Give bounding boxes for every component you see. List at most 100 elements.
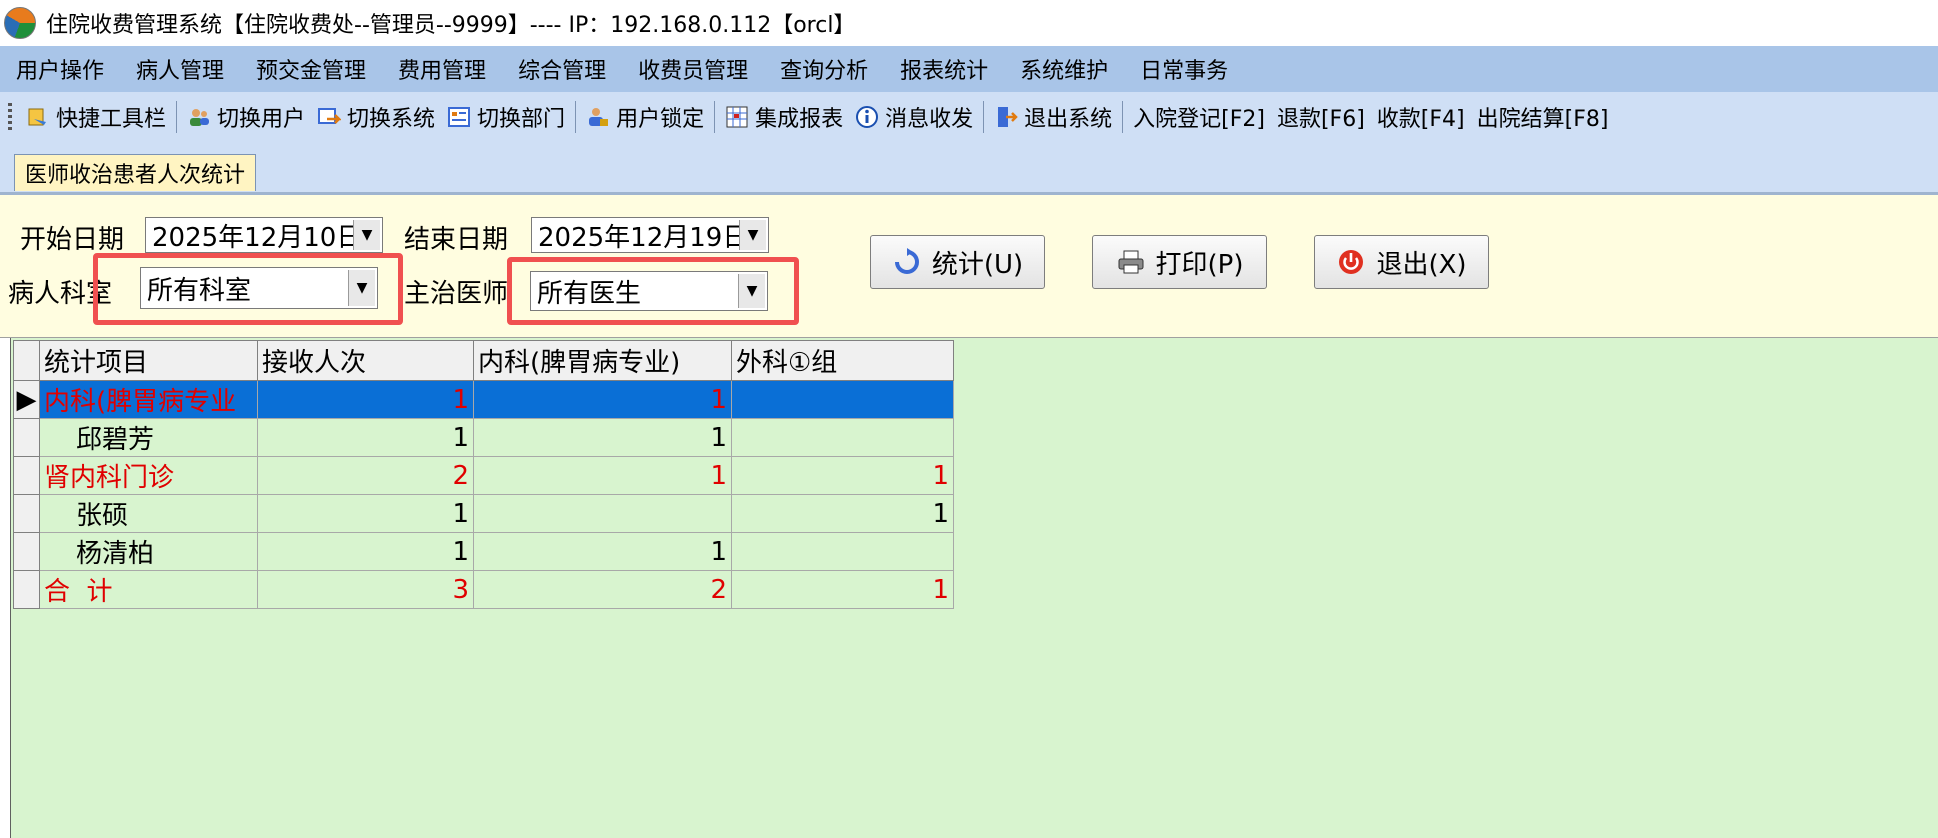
users-icon bbox=[187, 105, 211, 129]
table-cell[interactable]: 1 bbox=[257, 380, 474, 419]
exit-system-label: 退出系统 bbox=[1024, 107, 1113, 132]
toolbar-separator bbox=[575, 101, 577, 133]
integrated-report-label: 集成报表 bbox=[755, 107, 844, 132]
report-grid-icon bbox=[725, 105, 749, 129]
menu-system[interactable]: 系统维护 bbox=[1004, 53, 1124, 85]
row-indicator bbox=[13, 418, 40, 457]
menu-fees[interactable]: 费用管理 bbox=[382, 53, 502, 85]
switch-system-label: 切换系统 bbox=[347, 107, 436, 132]
table-row[interactable]: ▶ 内科(脾胃病专业 1 1 bbox=[13, 380, 954, 419]
department-icon bbox=[447, 105, 471, 129]
switch-system-button[interactable]: 切换系统 bbox=[311, 101, 441, 133]
row-indicator bbox=[13, 456, 40, 495]
menu-deposit[interactable]: 预交金管理 bbox=[240, 53, 382, 85]
menu-patient[interactable]: 病人管理 bbox=[120, 53, 240, 85]
menu-reports[interactable]: 报表统计 bbox=[884, 53, 1004, 85]
table-cell[interactable]: 1 bbox=[473, 380, 732, 419]
column-header[interactable]: 接收人次 bbox=[257, 340, 474, 381]
discharge-settle-button[interactable]: 出院结算[F8] bbox=[1471, 101, 1615, 133]
print-button[interactable]: 打印(P) bbox=[1092, 235, 1267, 289]
chevron-down-icon[interactable]: ▼ bbox=[353, 220, 380, 250]
message-button[interactable]: 消息收发 bbox=[849, 101, 979, 133]
start-date-picker[interactable]: 2025年12月10日 ▼ bbox=[145, 217, 383, 253]
refund-button[interactable]: 退款[F6] bbox=[1271, 101, 1371, 133]
stat-button[interactable]: 统计(U) bbox=[870, 235, 1045, 289]
table-cell[interactable]: 1 bbox=[731, 494, 954, 533]
column-header[interactable]: 外科①组 bbox=[731, 340, 954, 381]
toolbar-icon bbox=[26, 105, 50, 129]
start-date-value: 2025年12月10日 bbox=[152, 222, 353, 253]
table-cell[interactable] bbox=[731, 380, 954, 419]
message-label: 消息收发 bbox=[885, 107, 974, 132]
table-cell[interactable]: 合 计 bbox=[39, 570, 258, 609]
table-cell[interactable]: 1 bbox=[473, 532, 732, 571]
table-row[interactable]: 合 计 3 2 1 bbox=[13, 570, 954, 609]
toolbar-separator bbox=[983, 101, 985, 133]
table-row[interactable]: 张硕 1 1 bbox=[13, 494, 954, 533]
toolbar-separator bbox=[176, 101, 178, 133]
lock-user-label: 用户锁定 bbox=[616, 107, 705, 132]
switch-user-button[interactable]: 切换用户 bbox=[181, 101, 311, 133]
refresh-icon bbox=[892, 247, 922, 277]
table-row[interactable]: 邱碧芳 1 1 bbox=[13, 418, 954, 457]
table-cell[interactable] bbox=[731, 532, 954, 571]
end-date-picker[interactable]: 2025年12月19日 ▼ bbox=[531, 217, 769, 253]
menu-general[interactable]: 综合管理 bbox=[502, 53, 622, 85]
table-row[interactable]: 杨清柏 1 1 bbox=[13, 532, 954, 571]
refund-label: 退款[F6] bbox=[1276, 107, 1365, 132]
toolbar-separator bbox=[714, 101, 716, 133]
column-header[interactable]: 内科(脾胃病专业) bbox=[473, 340, 732, 381]
tab-doctor-patient-stats[interactable]: 医师收治患者人次统计 bbox=[14, 154, 257, 191]
table-cell[interactable]: 1 bbox=[473, 456, 732, 495]
user-lock-icon bbox=[586, 105, 610, 129]
stats-grid-area: 统计项目 接收人次 内科(脾胃病专业) 外科①组 ▶ 内科(脾胃病专业 1 1 … bbox=[10, 338, 1938, 838]
menu-query[interactable]: 查询分析 bbox=[764, 53, 884, 85]
doctor-highlight-box bbox=[507, 257, 799, 325]
menu-user-ops[interactable]: 用户操作 bbox=[0, 53, 120, 85]
table-cell[interactable]: 1 bbox=[731, 456, 954, 495]
table-cell[interactable]: 3 bbox=[257, 570, 474, 609]
table-cell[interactable]: 1 bbox=[257, 494, 474, 533]
chevron-down-icon[interactable]: ▼ bbox=[739, 220, 766, 250]
switch-dept-label: 切换部门 bbox=[477, 107, 566, 132]
table-cell[interactable]: 2 bbox=[473, 570, 732, 609]
menu-bar: 用户操作 病人管理 预交金管理 费用管理 综合管理 收费员管理 查询分析 报表统… bbox=[0, 46, 1938, 92]
collect-label: 收款[F4] bbox=[1376, 107, 1465, 132]
table-cell[interactable]: 2 bbox=[257, 456, 474, 495]
table-row[interactable]: 肾内科门诊 2 1 1 bbox=[13, 456, 954, 495]
switch-dept-button[interactable]: 切换部门 bbox=[441, 101, 571, 133]
table-cell[interactable]: 1 bbox=[257, 418, 474, 457]
table-cell[interactable]: 张硕 bbox=[39, 494, 258, 533]
exit-button-label: 退出(X) bbox=[1376, 249, 1467, 280]
table-header-row: 统计项目 接收人次 内科(脾胃病专业) 外科①组 bbox=[13, 340, 954, 381]
title-bar: 住院收费管理系统【住院收费处--管理员--9999】---- IP：192.16… bbox=[0, 0, 1938, 46]
doctor-label: 主治医师 bbox=[404, 279, 509, 309]
table-cell[interactable]: 杨清柏 bbox=[39, 532, 258, 571]
table-cell[interactable]: 1 bbox=[257, 532, 474, 571]
toolbar-separator bbox=[1122, 101, 1124, 133]
admit-register-button[interactable]: 入院登记[F2] bbox=[1127, 101, 1271, 133]
table-cell[interactable]: 1 bbox=[731, 570, 954, 609]
toolbar-grip[interactable] bbox=[8, 103, 12, 131]
exit-system-button[interactable]: 退出系统 bbox=[988, 101, 1118, 133]
stat-button-label: 统计(U) bbox=[931, 249, 1024, 280]
collect-button[interactable]: 收款[F4] bbox=[1371, 101, 1471, 133]
start-date-label: 开始日期 bbox=[20, 225, 125, 255]
quick-toolbar-button[interactable]: 快捷工具栏 bbox=[20, 101, 172, 133]
window-title: 住院收费管理系统【住院收费处--管理员--9999】---- IP：192.16… bbox=[46, 13, 856, 38]
exit-button[interactable]: 退出(X) bbox=[1314, 235, 1489, 289]
table-cell[interactable] bbox=[731, 418, 954, 457]
integrated-report-button[interactable]: 集成报表 bbox=[719, 101, 849, 133]
column-header[interactable]: 统计项目 bbox=[39, 340, 258, 381]
switch-system-icon bbox=[317, 105, 342, 129]
table-cell[interactable]: 肾内科门诊 bbox=[39, 456, 258, 495]
table-cell[interactable]: 内科(脾胃病专业 bbox=[39, 380, 258, 419]
power-icon bbox=[1336, 247, 1366, 277]
table-cell[interactable] bbox=[473, 494, 732, 533]
table-cell[interactable]: 邱碧芳 bbox=[39, 418, 258, 457]
menu-cashier[interactable]: 收费员管理 bbox=[622, 53, 764, 85]
menu-daily[interactable]: 日常事务 bbox=[1124, 53, 1244, 85]
exit-door-icon bbox=[994, 105, 1018, 129]
lock-user-button[interactable]: 用户锁定 bbox=[580, 101, 710, 133]
table-cell[interactable]: 1 bbox=[473, 418, 732, 457]
